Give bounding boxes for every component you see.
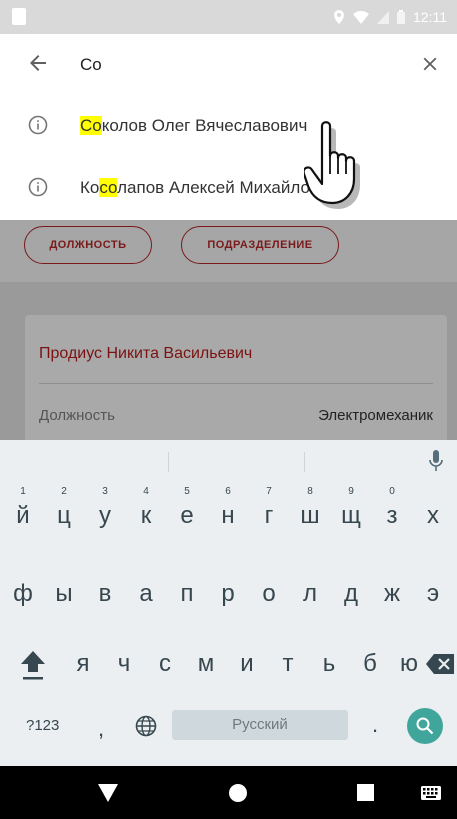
keyboard-switch-icon[interactable] bbox=[421, 786, 441, 800]
divider bbox=[39, 383, 433, 384]
search-bar: Co bbox=[0, 34, 457, 97]
clock: 12:11 bbox=[413, 9, 447, 25]
status-bar: 12:11 bbox=[0, 0, 457, 34]
battery-icon bbox=[397, 10, 405, 24]
symbols-key[interactable]: ?123 bbox=[26, 717, 59, 734]
background-content: ДОЛЖНОСТЬ ПОДРАЗДЕЛЕНИЕ Продиус Никита В… bbox=[0, 220, 457, 440]
suggestion-text: Косолапов Алексей Михайло bbox=[80, 178, 310, 198]
close-icon[interactable] bbox=[419, 53, 441, 75]
keyboard-row-4: ?123 , Русский . bbox=[0, 702, 457, 758]
info-icon bbox=[28, 177, 48, 197]
filter-chip-position[interactable]: ДОЛЖНОСТЬ bbox=[24, 226, 152, 264]
keyboard: 1й 2ц 3у 4к 5е 6н 7г 8ш 9щ 0з х ф ы в а … bbox=[0, 440, 457, 766]
suggestion-rest: колов Олег Вячеславович bbox=[101, 116, 308, 135]
period-key[interactable]: . bbox=[372, 712, 378, 738]
position-value: Электромеханик bbox=[318, 407, 433, 424]
wifi-icon bbox=[353, 10, 369, 24]
employee-name: Продиус Никита Васильевич bbox=[39, 345, 253, 362]
space-bar[interactable]: Русский bbox=[172, 710, 348, 740]
search-input[interactable]: Co bbox=[80, 55, 102, 75]
keyboard-row-2: ф ы в а п р о л д ж э bbox=[13, 580, 440, 607]
back-nav-icon[interactable] bbox=[98, 784, 118, 802]
search-icon bbox=[416, 717, 434, 735]
hand-cursor-icon bbox=[304, 121, 360, 209]
globe-icon[interactable] bbox=[135, 715, 157, 737]
employee-card[interactable]: Продиус Никита Васильевич Должность Элек… bbox=[25, 315, 447, 440]
suggestion-text: Соколов Олег Вячеславович bbox=[80, 116, 307, 136]
divider bbox=[304, 452, 305, 472]
suggestion-strip bbox=[0, 440, 457, 482]
filter-chip-department[interactable]: ПОДРАЗДЕЛЕНИЕ bbox=[181, 226, 339, 264]
suggestion-list: Соколов Олег Вячеславович Косолапов Алек… bbox=[0, 96, 457, 220]
backspace-icon[interactable] bbox=[426, 654, 454, 674]
navigation-bar bbox=[0, 766, 457, 819]
sd-card-icon bbox=[12, 8, 26, 25]
match-highlight: со bbox=[99, 178, 118, 197]
suggestion-rest: лапов Алексей Михайло bbox=[117, 178, 310, 197]
suggestion-item[interactable]: Косолапов Алексей Михайло bbox=[0, 158, 457, 220]
shift-icon[interactable] bbox=[20, 650, 46, 682]
home-icon[interactable] bbox=[228, 783, 248, 803]
match-highlight: Со bbox=[80, 116, 102, 135]
recents-icon[interactable] bbox=[357, 784, 374, 801]
signal-icon bbox=[377, 10, 389, 24]
position-label: Должность bbox=[39, 407, 115, 424]
location-icon bbox=[334, 10, 344, 24]
suggestion-item[interactable]: Соколов Олег Вячеславович bbox=[0, 96, 457, 158]
status-right: 12:11 bbox=[333, 9, 447, 25]
back-arrow-icon[interactable] bbox=[26, 51, 50, 75]
suggestion-prefix: Ко bbox=[80, 178, 100, 197]
divider bbox=[168, 452, 169, 472]
keyboard-row-1: 1й 2ц 3у 4к 5е 6н 7г 8ш 9щ 0з х bbox=[16, 486, 439, 529]
info-icon bbox=[28, 115, 48, 135]
keyboard-row-3: я ч с м и т ь б ю bbox=[0, 636, 457, 692]
comma-key[interactable]: , bbox=[98, 716, 104, 742]
search-key[interactable] bbox=[407, 708, 443, 744]
microphone-icon[interactable] bbox=[429, 450, 443, 472]
